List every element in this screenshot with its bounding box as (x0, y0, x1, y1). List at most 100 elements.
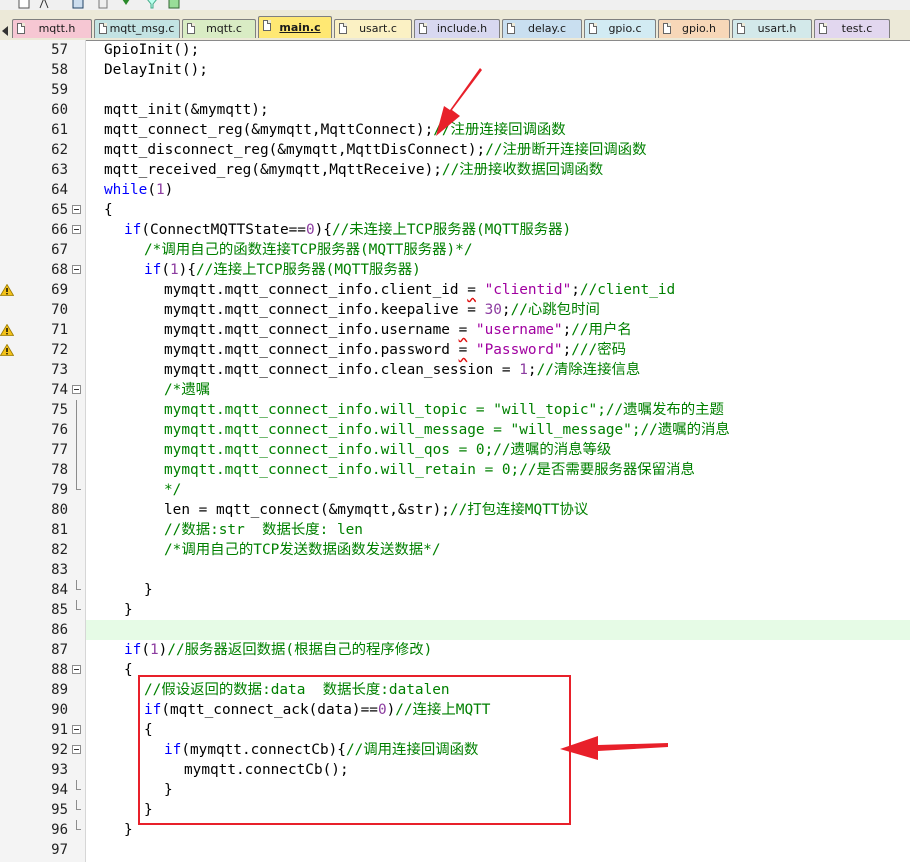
comment-token: //打包连接MQTT协议 (449, 502, 589, 518)
line-number: 63 (51, 162, 68, 178)
fold-toggle-icon[interactable] (72, 265, 81, 274)
code-line[interactable]: 87 if(1)//服务器返回数据(根据自己的程序修改) (0, 640, 910, 660)
tab-main-c[interactable]: main.c (258, 16, 332, 38)
annotation-arrow-upper (436, 68, 482, 136)
toolbar-copy-icon[interactable] (98, 0, 110, 9)
tab-label: usart.c (359, 22, 397, 35)
code-line[interactable]: 77 mymqtt.mqtt_connect_info.will_qos = 0;… (0, 440, 910, 460)
toolbar-tree-icon[interactable] (38, 0, 50, 9)
code-line[interactable]: 79 */ (0, 480, 910, 500)
comment-token: /*遗嘱 (164, 382, 211, 398)
code-token: ; (527, 362, 537, 378)
tab-mqtt-h[interactable]: mqtt.h (12, 19, 92, 38)
code-line[interactable]: 78 mymqtt.mqtt_connect_info.will_retain =… (0, 460, 910, 480)
code-token: } (124, 602, 133, 618)
comment-token: //注册断开连接回调函数 (485, 142, 647, 158)
code-line[interactable]: 71 mymqtt.mqtt_connect_info.username = "u… (0, 320, 910, 340)
code-text: /*调用自己的TCP发送数据函数发送数据*/ (164, 540, 441, 560)
line-number: 75 (51, 402, 68, 418)
code-token: { (104, 202, 113, 218)
fold-toggle-icon[interactable] (72, 725, 81, 734)
line-number: 80 (51, 502, 68, 518)
code-line[interactable]: 80 len = mqtt_connect(&mymqtt,&str);//打包连… (0, 500, 910, 520)
code-text: mqtt_init(&mymqtt); (104, 100, 269, 120)
code-line[interactable]: 68 if(1){//连接上TCP服务器(MQTT服务器) (0, 260, 910, 280)
code-token: mymqtt.mqtt_connect_info.clean_session = (164, 362, 520, 378)
tab-usart-h[interactable]: usart.h (732, 19, 812, 38)
warning-icon[interactable] (0, 324, 14, 336)
code-line[interactable]: 65 { (0, 200, 910, 220)
line-number: 73 (51, 362, 68, 378)
code-text: len = mqtt_connect(&mymqtt,&str);//打包连接M… (164, 500, 588, 520)
tab-label: delay.c (527, 22, 567, 35)
fold-toggle-icon[interactable] (72, 205, 81, 214)
code-line[interactable]: 74 /*遗嘱 (0, 380, 910, 400)
code-line[interactable]: 70 mymqtt.mqtt_connect_info.keepalive = 3… (0, 300, 910, 320)
code-line[interactable]: 66 if(ConnectMQTTState==0){//未连接上TCP服务器(M… (0, 220, 910, 240)
line-number: 60 (51, 102, 68, 118)
code-line[interactable]: 97 (0, 840, 910, 860)
code-token: } (124, 822, 133, 838)
code-text: */ (164, 480, 181, 500)
string-token: "Password" (475, 342, 563, 358)
toolbar-window-icon[interactable] (72, 0, 84, 9)
code-text: DelayInit(); (104, 60, 208, 80)
fold-toggle-icon[interactable] (72, 385, 81, 394)
code-line[interactable]: 67 /*调用自己的函数连接TCP服务器(MQTT服务器)*/ (0, 240, 910, 260)
number-token: 1 (150, 642, 159, 658)
tab-mqtt-msg-c[interactable]: mqtt_msg.c (94, 19, 180, 38)
tab-include-h[interactable]: include.h (414, 19, 500, 38)
tab-gpio-c[interactable]: gpio.c (584, 19, 656, 38)
code-line[interactable]: 64 while(1) (0, 180, 910, 200)
code-line[interactable]: 63 mqtt_received_reg(&mymqtt,MqttReceive)… (0, 160, 910, 180)
code-text: GpioInit(); (104, 40, 199, 60)
code-text: mymqtt.mqtt_connect_info.will_retain = 0… (164, 460, 695, 480)
code-text: mymqtt.mqtt_connect_info.password = "Pas… (164, 340, 626, 360)
tab-label: main.c (279, 21, 321, 34)
tab-scroll-left-icon[interactable] (0, 24, 10, 38)
line-number: 68 (51, 262, 68, 278)
keyword-token: if (124, 222, 142, 238)
fold-toggle-icon[interactable] (72, 225, 81, 234)
toolbar-download-icon[interactable] (120, 0, 132, 9)
tab-test-c[interactable]: test.c (814, 19, 890, 38)
fold-guide (72, 440, 81, 460)
code-text: mymqtt.mqtt_connect_info.username = "use… (164, 320, 632, 340)
code-line[interactable]: 84} (0, 580, 910, 600)
number-token: 1 (156, 182, 165, 198)
code-text: } (124, 600, 133, 620)
fold-guide (72, 820, 81, 834)
warning-icon[interactable] (0, 344, 14, 356)
code-line[interactable]: 72 mymqtt.mqtt_connect_info.password = "P… (0, 340, 910, 360)
code-token: mymqtt.mqtt_connect_info.keepalive = (164, 302, 485, 318)
tab-mqtt-c[interactable]: mqtt.c (182, 19, 256, 38)
line-number: 82 (51, 542, 68, 558)
code-line[interactable]: 76 mymqtt.mqtt_connect_info.will_message … (0, 420, 910, 440)
toolbar-image-icon[interactable] (168, 0, 180, 9)
code-line[interactable]: 69 mymqtt.mqtt_connect_info.client_id = "… (0, 280, 910, 300)
warning-icon[interactable] (0, 284, 14, 296)
code-line[interactable]: 57 GpioInit(); (0, 40, 910, 60)
code-line[interactable]: 85} (0, 600, 910, 620)
toolbar-box-icon[interactable] (18, 0, 30, 9)
line-number: 88 (51, 662, 68, 678)
code-line[interactable]: 73 mymqtt.mqtt_connect_info.clean_session… (0, 360, 910, 380)
code-line[interactable]: 75 mymqtt.mqtt_connect_info.will_topic = … (0, 400, 910, 420)
toolbar-filter-icon[interactable] (146, 0, 158, 9)
code-line[interactable]: 81 //数据:str 数据长度: len (0, 520, 910, 540)
fold-toggle-icon[interactable] (72, 745, 81, 754)
tab-usart-c[interactable]: usart.c (334, 19, 412, 38)
code-line[interactable]: 86 (0, 620, 910, 640)
tab-gpio-h[interactable]: gpio.h (658, 19, 730, 38)
warning-squiggle-token: = (458, 342, 468, 358)
keyword-token: while (104, 182, 148, 198)
code-line[interactable]: 83 (0, 560, 910, 580)
tab-delay-c[interactable]: delay.c (502, 19, 582, 38)
code-text: mymqtt.mqtt_connect_info.keepalive = 30;… (164, 300, 600, 320)
code-token: mymqtt.mqtt_connect_info.password (164, 342, 459, 358)
fold-guide (72, 780, 81, 794)
tab-label: gpio.c (608, 22, 642, 35)
code-line[interactable]: 82 /*调用自己的TCP发送数据函数发送数据*/ (0, 540, 910, 560)
fold-toggle-icon[interactable] (72, 665, 81, 674)
fold-guide (72, 800, 81, 814)
